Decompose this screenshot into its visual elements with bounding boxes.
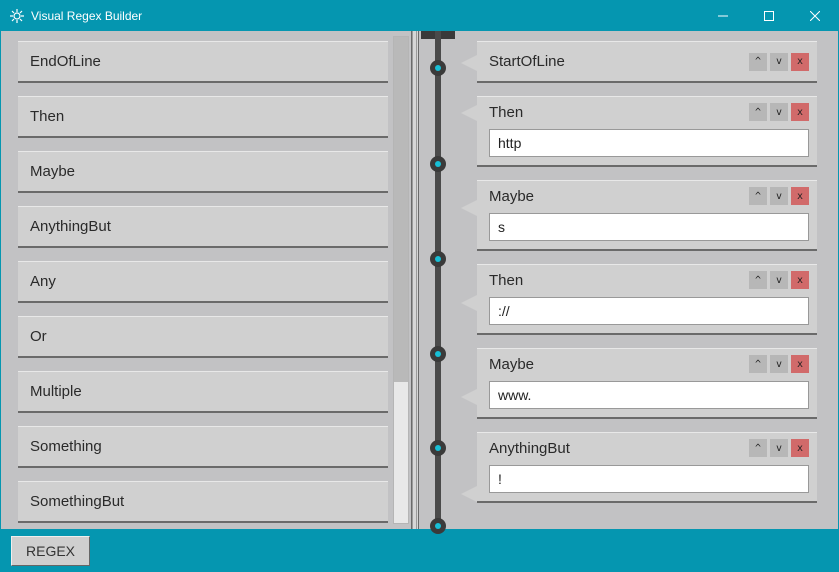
step-pointer — [461, 105, 477, 121]
move-down-button[interactable]: v — [770, 355, 788, 373]
step-block[interactable]: Maybe^vxs — [477, 180, 817, 251]
move-up-button[interactable]: ^ — [749, 271, 767, 289]
step-controls: ^vx — [749, 103, 809, 121]
regex-button[interactable]: REGEX — [11, 536, 90, 566]
palette-item[interactable]: AnythingBut — [18, 206, 388, 248]
move-down-button[interactable]: v — [770, 439, 788, 457]
step-block[interactable]: StartOfLine ^vx — [477, 41, 817, 83]
palette-label: SomethingBut — [30, 493, 124, 510]
delete-button[interactable]: x — [791, 355, 809, 373]
move-down-button[interactable]: v — [770, 271, 788, 289]
move-down-button[interactable]: v — [770, 103, 788, 121]
timeline-node — [430, 156, 446, 172]
step-pointer — [461, 55, 477, 71]
step-pointer — [461, 486, 477, 502]
palette-label: Maybe — [30, 163, 75, 180]
palette-label: Any — [30, 273, 56, 290]
step-pointer — [461, 295, 477, 311]
palette-item[interactable]: SomethingBut — [18, 481, 388, 523]
step-controls: ^vx — [749, 271, 809, 289]
step-input[interactable]: http — [489, 129, 809, 157]
step-controls: ^vx — [749, 355, 809, 373]
step-block[interactable]: Then ^vx http — [477, 96, 817, 167]
delete-button[interactable]: x — [791, 271, 809, 289]
delete-button[interactable]: x — [791, 53, 809, 71]
step-header: Maybe ^vx — [489, 355, 809, 373]
step-input[interactable]: :// — [489, 297, 809, 325]
step-block[interactable]: Then ^vx :// — [477, 264, 817, 335]
palette-label: Multiple — [30, 383, 82, 400]
move-up-button[interactable]: ^ — [749, 103, 767, 121]
minimize-button[interactable] — [700, 1, 746, 31]
move-down-button[interactable]: v — [770, 187, 788, 205]
delete-button[interactable]: x — [791, 439, 809, 457]
palette-item[interactable]: Something — [18, 426, 388, 468]
step-title: Then — [489, 272, 523, 289]
palette-label: AnythingBut — [30, 218, 111, 235]
palette-item[interactable]: Then — [18, 96, 388, 138]
palette-item[interactable]: EndOfLine — [18, 41, 388, 83]
scrollbar-thumb[interactable] — [394, 37, 408, 382]
app-icon — [9, 8, 25, 24]
timeline-node — [430, 518, 446, 534]
step-input[interactable]: ! — [489, 465, 809, 493]
step-block[interactable]: AnythingBut ^vx! — [477, 432, 817, 503]
step-pointer — [461, 200, 477, 216]
step-header: Maybe ^vx — [489, 187, 809, 205]
step-pointer — [461, 389, 477, 405]
step-block[interactable]: Maybe ^vx www. — [477, 348, 817, 419]
step-title: StartOfLine — [489, 53, 565, 70]
palette-label: EndOfLine — [30, 53, 101, 70]
step-title: Maybe — [489, 356, 534, 373]
move-up-button[interactable]: ^ — [749, 355, 767, 373]
palette-label: Then — [30, 108, 64, 125]
move-up-button[interactable]: ^ — [749, 187, 767, 205]
move-up-button[interactable]: ^ — [749, 439, 767, 457]
window-title: Visual Regex Builder — [31, 9, 142, 23]
palette-label: Or — [30, 328, 47, 345]
palette-pane: EndOfLine Then Maybe AnythingBut Any Or … — [1, 31, 409, 529]
palette-scrollbar[interactable] — [393, 36, 409, 524]
step-header: StartOfLine ^vx — [489, 53, 809, 71]
palette-item[interactable]: Or — [18, 316, 388, 358]
step-title: Then — [489, 104, 523, 121]
palette-item[interactable]: Any — [18, 261, 388, 303]
timeline-node — [430, 346, 446, 362]
palette-label: Something — [30, 438, 102, 455]
step-controls: ^vx — [749, 53, 809, 71]
step-header: Then ^vx — [489, 271, 809, 289]
move-up-button[interactable]: ^ — [749, 53, 767, 71]
regex-button-label: REGEX — [26, 543, 75, 559]
step-header: AnythingBut ^vx — [489, 439, 809, 457]
palette-item[interactable]: Maybe — [18, 151, 388, 193]
titlebar: Visual Regex Builder — [1, 1, 838, 31]
close-button[interactable] — [792, 1, 838, 31]
window-buttons — [700, 1, 838, 31]
step-controls: ^vx — [749, 187, 809, 205]
delete-button[interactable]: x — [791, 103, 809, 121]
step-title: AnythingBut — [489, 440, 570, 457]
timeline-node — [430, 251, 446, 267]
steps-pane: StartOfLine^vxThen^vxhttpMaybe^vxsThen^v… — [477, 31, 825, 529]
content-area: EndOfLine Then Maybe AnythingBut Any Or … — [1, 31, 838, 529]
delete-button[interactable]: x — [791, 187, 809, 205]
step-header: Then ^vx — [489, 103, 809, 121]
step-title: Maybe — [489, 188, 534, 205]
step-controls: ^vx — [749, 439, 809, 457]
timeline-node — [430, 60, 446, 76]
pane-separator[interactable] — [411, 31, 419, 529]
step-input[interactable]: www. — [489, 381, 809, 409]
timeline-node — [430, 440, 446, 456]
maximize-button[interactable] — [746, 1, 792, 31]
move-down-button[interactable]: v — [770, 53, 788, 71]
step-input[interactable]: s — [489, 213, 809, 241]
palette-item[interactable]: Multiple — [18, 371, 388, 413]
footer-bar: REGEX — [1, 529, 838, 572]
